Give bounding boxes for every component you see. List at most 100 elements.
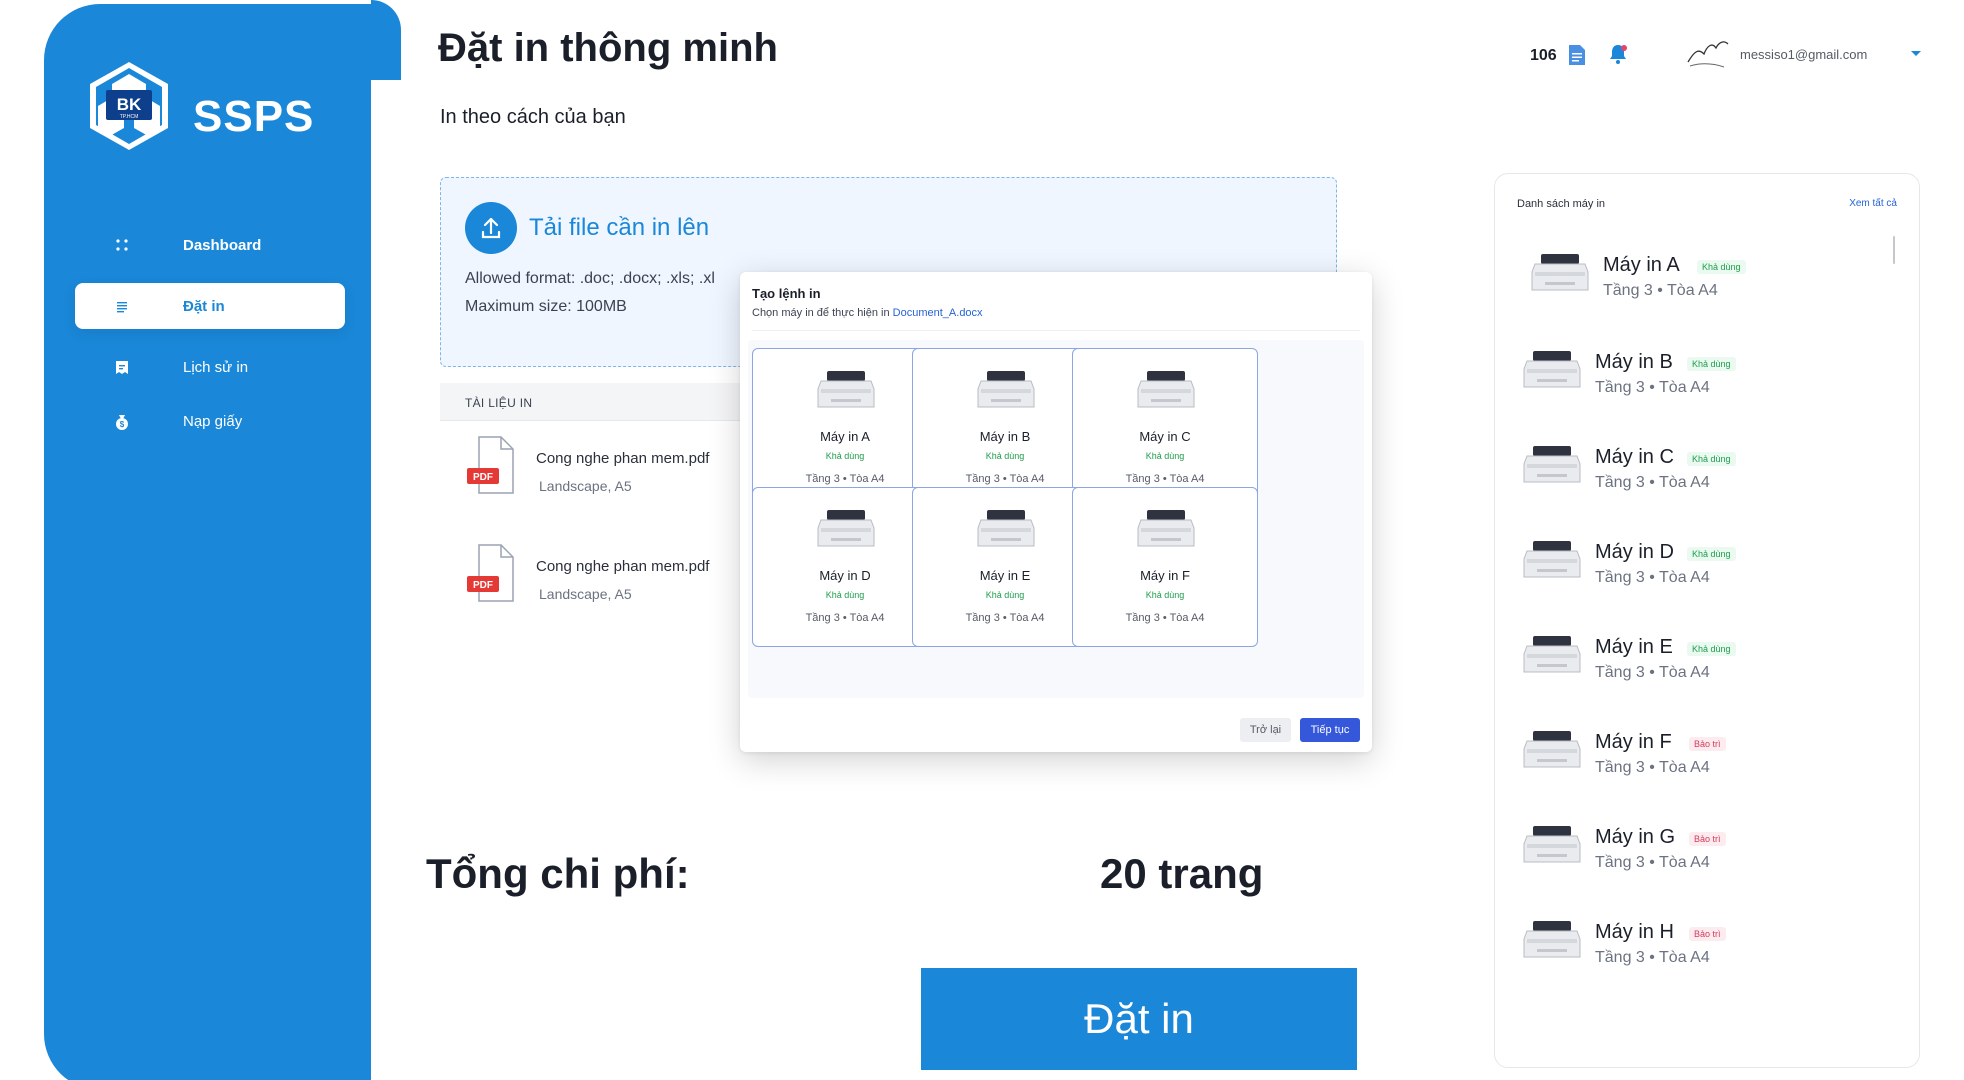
printer-name: Máy in F [1140,568,1190,583]
printer-status: Khả dùng [985,451,1025,461]
svg-text:$: $ [120,420,125,429]
printer-location: Tầng 3 • Tòa A4 [1595,569,1710,586]
printer-list-item[interactable]: Máy in B Khả dùng Tầng 3 • Tòa A4 [1495,341,1915,411]
printer-list-item[interactable]: Máy in D Khả dùng Tầng 3 • Tòa A4 [1495,531,1915,601]
printer-list-item[interactable]: Máy in H Bảo trì Tầng 3 • Tòa A4 [1495,911,1915,981]
pdf-file-icon: PDF [467,544,514,602]
printer-list-item[interactable]: Máy in C Khả dùng Tầng 3 • Tòa A4 [1495,436,1915,506]
printer-icon [1523,919,1581,965]
printer-icon [1523,634,1581,680]
sidebar-item-label: Đặt in [183,297,225,315]
modal-divider [752,330,1360,331]
printer-location: Tầng 3 • Tòa A4 [1595,759,1710,776]
sidebar-item-label: Lịch sử in [183,358,249,376]
printer-name: Máy in A [820,429,870,444]
total-cost-value: 20 trang [1100,850,1264,897]
printer-location: Tầng 3 • Tòa A4 [1125,473,1205,485]
printer-card[interactable]: Máy in B Khả dùng Tầng 3 • Tòa A4 [912,348,1098,508]
printer-icon [1137,508,1195,552]
status-badge: Khả dùng [1687,547,1736,561]
printer-icon [1523,729,1581,775]
logo-subtext: TP.HCM [120,114,139,120]
printer-name: Máy in A [1603,254,1680,276]
status-badge: Bảo trì [1689,737,1726,751]
printer-icon [977,508,1035,552]
brand-name: SSPS [193,92,315,141]
logo-text: BK [117,95,142,114]
printer-icon [1523,539,1581,585]
status-badge: Bảo trì [1689,832,1726,846]
printer-card[interactable]: Máy in F Khả dùng Tầng 3 • Tòa A4 [1072,487,1258,647]
sidebar-item-nap-giay[interactable]: $ Nạp giấy [75,398,345,444]
printer-icon [1523,824,1581,870]
printer-icon [1137,369,1195,413]
printer-status: Khả dùng [825,590,865,600]
printer-icon [1523,444,1581,490]
pdf-file-icon: PDF [467,436,514,494]
sidebar [44,4,371,1080]
bk-logo: BK TP.HCM [90,62,168,150]
pdf-badge: PDF [473,472,493,483]
sidebar-item-dashboard[interactable]: Dashboard [75,222,345,268]
page-title: Đặt in thông minh [438,26,778,70]
user-email[interactable]: messiso1@gmail.com [1740,47,1867,62]
status-badge: Khả dùng [1697,260,1746,274]
printer-list-item[interactable]: Máy in F Bảo trì Tầng 3 • Tòa A4 [1495,721,1915,791]
printer-card[interactable]: Máy in C Khả dùng Tầng 3 • Tòa A4 [1072,348,1258,508]
sidebar-item-label: Nạp giấy [183,412,243,430]
printer-name: Máy in E [979,568,1031,583]
dots-grid-icon [116,239,128,251]
printer-name: Máy in B [979,429,1031,444]
printer-name: Máy in C [1139,429,1191,444]
upload-max-size: Maximum size: 100MB [465,298,627,315]
printer-location: Tầng 3 • Tòa A4 [1603,282,1718,299]
printer-card[interactable]: Máy in E Khả dùng Tầng 3 • Tòa A4 [912,487,1098,647]
printer-icon [817,508,875,552]
sidebar-item-lich-su-in[interactable]: Lịch sử in [75,344,345,390]
printer-icon [977,369,1035,413]
printer-icon [1523,349,1581,395]
document-icon[interactable] [1568,44,1586,66]
avatar[interactable] [1684,36,1730,72]
printer-status: Khả dùng [1145,451,1185,461]
document-meta: Landscape, A5 [539,586,632,602]
printer-grid: Máy in A Khả dùng Tầng 3 • Tòa A4 Máy in B K… [748,340,1364,698]
printer-status: Khả dùng [825,451,865,461]
printer-list-panel: Danh sách máy in Xem tất cả Máy in A Khả … [1494,173,1920,1068]
view-all-link[interactable]: Xem tất cả [1849,198,1897,209]
printer-location: Tầng 3 • Tòa A4 [1125,612,1205,624]
printer-name: Máy in F [1595,731,1672,753]
back-button[interactable]: Trở lại [1240,718,1291,742]
printer-name: Máy in C [1595,446,1674,468]
document-meta: Landscape, A5 [539,478,632,494]
printer-card[interactable]: Máy in A Khả dùng Tầng 3 • Tòa A4 [752,348,938,508]
printer-list-item[interactable]: Máy in A Khả dùng Tầng 3 • Tòa A4 [1495,244,1915,314]
upload-button[interactable] [465,202,517,254]
printer-name: Máy in D [1595,541,1674,563]
printer-location: Tầng 3 • Tòa A4 [965,473,1045,485]
bell-icon[interactable] [1606,42,1630,66]
print-order-button[interactable]: Đặt in [921,968,1357,1070]
status-badge: Khả dùng [1687,357,1736,371]
printer-icon [1531,252,1589,298]
printer-location: Tầng 3 • Tòa A4 [1595,854,1710,871]
chevron-down-icon[interactable] [1910,50,1922,58]
upload-allowed-format: Allowed format: .doc; .docx; .xls; .xl [465,270,715,287]
sidebar-item-dat-in[interactable]: Đặt in [75,283,345,329]
printer-list-item[interactable]: Máy in E Khả dùng Tầng 3 • Tòa A4 [1495,626,1915,696]
printer-name: Máy in H [1595,921,1674,943]
printer-name: Máy in G [1595,826,1676,848]
printer-location: Tầng 3 • Tòa A4 [965,612,1045,624]
printer-list-item[interactable]: Máy in G Bảo trì Tầng 3 • Tòa A4 [1495,816,1915,886]
modal-subtitle-prefix: Chọn máy in để thực hiện in [752,307,893,319]
continue-button[interactable]: Tiếp tục [1300,718,1360,742]
modal-title: Tạo lệnh in [752,286,821,301]
sidebar-item-label: Dashboard [183,236,262,254]
printer-card[interactable]: Máy in D Khả dùng Tầng 3 • Tòa A4 [752,487,938,647]
list-lines-icon [117,302,127,313]
modal-document-link[interactable]: Document_A.docx [893,307,983,319]
printer-name: Máy in D [819,568,871,583]
printer-status: Khả dùng [1145,590,1185,600]
status-badge: Bảo trì [1689,927,1726,941]
upload-icon [481,217,501,239]
